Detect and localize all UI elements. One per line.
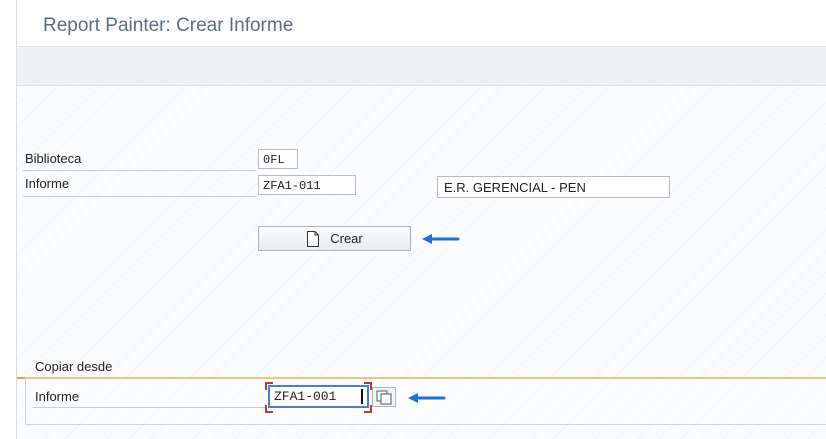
focus-corner-top-left bbox=[265, 382, 273, 390]
text-caret bbox=[361, 389, 363, 404]
biblioteca-label: Biblioteca bbox=[25, 151, 82, 166]
informe-label: Informe bbox=[25, 176, 70, 191]
crear-button-label: Crear bbox=[330, 231, 363, 246]
copy-informe-label: Informe bbox=[35, 389, 80, 404]
copy-informe-field[interactable]: ZFA1-001 bbox=[268, 385, 369, 408]
informe-field[interactable]: ZFA1-011 bbox=[258, 175, 356, 195]
focus-corner-bottom-right bbox=[364, 405, 372, 413]
informe-label-underline bbox=[23, 196, 256, 197]
informe-description: E.R. GERENCIAL - PEN bbox=[437, 176, 670, 198]
crear-button[interactable]: Crear bbox=[258, 226, 411, 251]
document-icon bbox=[307, 230, 320, 247]
copiar-desde-title: Copiar desde bbox=[35, 359, 113, 374]
biblioteca-field[interactable]: 0FL bbox=[258, 149, 298, 169]
focus-corner-top-right bbox=[364, 382, 372, 390]
arrow-left-icon bbox=[408, 393, 446, 403]
sap-window: Report Painter: Crear Informe Biblioteca… bbox=[16, 0, 826, 439]
arrow-left-icon bbox=[422, 234, 460, 244]
value-help-icon bbox=[376, 390, 392, 405]
title-bar: Report Painter: Crear Informe bbox=[17, 0, 826, 47]
copy-informe-label-underline bbox=[33, 407, 266, 408]
biblioteca-label-underline bbox=[23, 170, 256, 171]
page-title: Report Painter: Crear Informe bbox=[43, 15, 294, 36]
copiar-desde-group-header: Copiar desde bbox=[17, 357, 826, 379]
focus-corner-bottom-left bbox=[265, 405, 273, 413]
application-toolbar bbox=[17, 47, 826, 86]
value-help-button[interactable] bbox=[372, 387, 396, 407]
